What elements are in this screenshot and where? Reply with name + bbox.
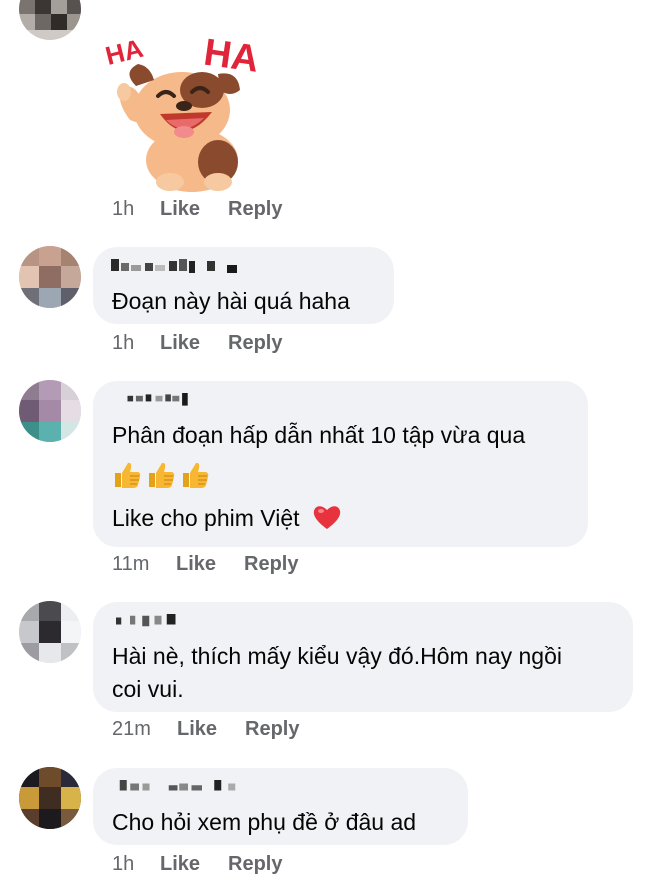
comment-timestamp: 1h xyxy=(112,853,135,875)
like-button[interactable]: Like xyxy=(160,332,200,355)
comment-meta: 21m Like Reply xyxy=(112,718,372,742)
commenter-avatar[interactable] xyxy=(19,246,81,308)
comment-timestamp: 1h xyxy=(112,332,135,354)
emoji-line xyxy=(111,459,221,493)
comment-text: Hài nè, thích mấy kiểu vậy đó.Hôm nay ng… xyxy=(112,643,563,669)
comment-meta: 1h Like Reply xyxy=(112,198,372,222)
comment-bubble: Hài nè, thích mấy kiểu vậy đó.Hôm nay ng… xyxy=(93,602,633,712)
commenter-avatar[interactable] xyxy=(19,380,81,442)
red-heart-icon xyxy=(313,506,341,529)
comment-meta: 1h Like Reply xyxy=(112,332,372,356)
reply-button[interactable]: Reply xyxy=(228,198,282,221)
comment-text: Đoạn này hài quá haha xyxy=(112,288,350,314)
thumbs-up-icon xyxy=(183,462,209,488)
reply-button[interactable]: Reply xyxy=(244,553,298,576)
commenter-avatar[interactable] xyxy=(19,0,81,40)
comment-meta: 11m Like Reply xyxy=(112,553,372,577)
commenter-name-blurred[interactable] xyxy=(111,614,191,628)
like-button[interactable]: Like xyxy=(176,553,216,576)
commenter-name-blurred[interactable] xyxy=(111,393,221,407)
like-button[interactable]: Like xyxy=(160,853,200,876)
comment-text: Phân đoạn hấp dẫn nhất 10 tập vừa qua xyxy=(112,422,526,448)
commenter-name-blurred[interactable] xyxy=(111,780,251,794)
commenter-avatar[interactable] xyxy=(19,767,81,829)
comment-bubble: Phân đoạn hấp dẫn nhất 10 tập vừa qua Li… xyxy=(93,381,588,547)
comment-timestamp: 1h xyxy=(112,198,135,220)
comment-text: Cho hỏi xem phụ đề ở đâu ad xyxy=(112,809,417,835)
commenter-name-blurred[interactable] xyxy=(111,259,261,273)
comment-timestamp: 21m xyxy=(112,718,151,740)
comment-text: Like cho phim Việt xyxy=(112,505,300,531)
reply-button[interactable]: Reply xyxy=(228,332,282,355)
comment-text-line: Like cho phim Việt xyxy=(112,502,342,535)
commenter-avatar[interactable] xyxy=(19,601,81,663)
sticker-laughing-puppy[interactable]: HA HA xyxy=(100,20,270,195)
thumbs-up-icon xyxy=(115,462,141,488)
comment-text: coi vui. xyxy=(112,676,184,702)
like-button[interactable]: Like xyxy=(177,718,217,741)
reply-button[interactable]: Reply xyxy=(228,853,282,876)
comment-bubble: Đoạn này hài quá haha xyxy=(93,247,394,324)
reply-button[interactable]: Reply xyxy=(245,718,299,741)
comment-timestamp: 11m xyxy=(112,553,150,575)
like-button[interactable]: Like xyxy=(160,198,200,221)
thumbs-up-icon xyxy=(149,462,175,488)
comment-bubble: Cho hỏi xem phụ đề ở đâu ad xyxy=(93,768,468,845)
comment-meta: 1h Like Reply xyxy=(112,853,372,877)
